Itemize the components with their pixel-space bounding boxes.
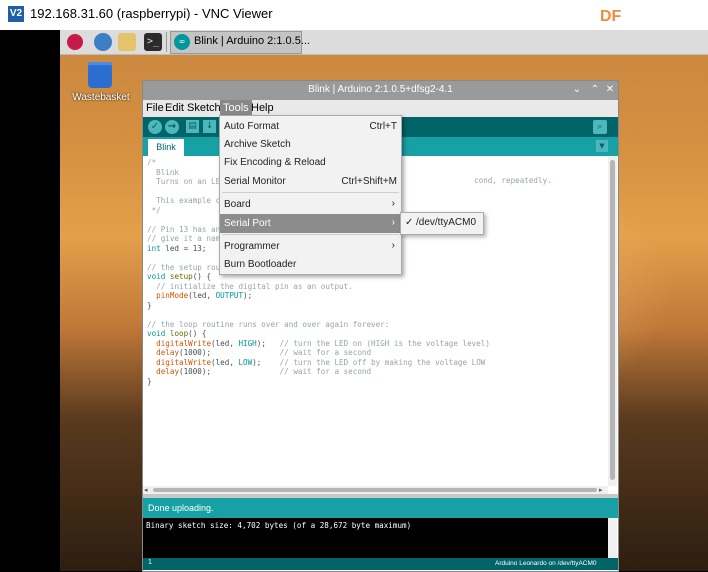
close-icon[interactable]: ✕: [604, 84, 616, 95]
checkmark-icon: ✓: [405, 217, 414, 228]
menu-item-burn-bootloader[interactable]: Burn Bootloader: [220, 255, 401, 274]
tab-blink[interactable]: Blink: [148, 139, 184, 156]
taskbar-item-arduino[interactable]: ∞ Blink | Arduino 2:1.0.5...: [170, 31, 310, 54]
shortcut-label: Ctrl+Shift+M: [341, 176, 397, 187]
console-text: Binary sketch size: 4,702 bytes (of a 28…: [146, 521, 412, 530]
menu-item-label: Serial Port: [224, 218, 271, 229]
maximize-icon[interactable]: ⌃: [589, 84, 601, 95]
vertical-scrollbar[interactable]: [608, 156, 617, 486]
scrollbar-thumb[interactable]: [153, 488, 597, 492]
menu-item-label: Fix Encoding & Reload: [224, 157, 326, 168]
scrollbar-thumb[interactable]: [610, 160, 615, 480]
port-option-ttyacm0[interactable]: /dev/ttyACM0: [416, 217, 476, 228]
horizontal-scrollbar[interactable]: ◂ ▸: [143, 486, 608, 494]
wastebasket-icon[interactable]: [88, 62, 112, 88]
menu-file[interactable]: File: [146, 102, 164, 114]
vnc-logo-icon: V2: [8, 6, 24, 22]
menu-item-label: Auto Format: [224, 121, 280, 132]
menu-item-board[interactable]: Board ›: [220, 195, 401, 214]
tools-dropdown: Auto Format Ctrl+T Archive Sketch Fix En…: [219, 115, 402, 275]
status-text: Done uploading.: [148, 503, 214, 513]
menu-item-label: Archive Sketch: [224, 139, 291, 150]
submenu-arrow-icon: ›: [391, 240, 395, 251]
console-scrollbar[interactable]: [608, 518, 617, 558]
menu-separator: [222, 234, 399, 235]
web-browser-icon[interactable]: [94, 33, 112, 51]
menu-item-archive-sketch[interactable]: Archive Sketch: [220, 135, 401, 154]
menu-edit[interactable]: Edit: [165, 102, 184, 114]
status-bar: Done uploading.: [143, 498, 618, 518]
upload-icon[interactable]: →: [165, 120, 179, 134]
tab-menu-icon[interactable]: ▼: [596, 140, 608, 152]
menu-item-label: Serial Monitor: [224, 176, 286, 187]
menu-help[interactable]: Help: [251, 102, 274, 114]
arduino-icon: ∞: [174, 34, 190, 50]
vnc-titlebar: V2 192.168.31.60 (raspberrypi) - VNC Vie…: [0, 0, 708, 30]
file-manager-icon[interactable]: [118, 33, 136, 51]
menu-item-serial-port[interactable]: Serial Port ›: [220, 214, 401, 233]
menu-item-label: Burn Bootloader: [224, 259, 297, 270]
console-output[interactable]: Binary sketch size: 4,702 bytes (of a 28…: [143, 518, 608, 558]
submenu-arrow-icon: ›: [391, 198, 395, 209]
serial-port-submenu: ✓ /dev/ttyACM0: [400, 212, 484, 235]
menu-item-auto-format[interactable]: Auto Format Ctrl+T: [220, 117, 401, 136]
submenu-arrow-icon: ›: [391, 217, 395, 228]
wastebasket-label[interactable]: Wastebasket: [70, 92, 132, 103]
menu-item-serial-monitor[interactable]: Serial Monitor Ctrl+Shift+M: [220, 172, 401, 191]
menu-item-label: Programmer: [224, 241, 280, 252]
scroll-right-icon[interactable]: ▸: [599, 486, 603, 494]
scroll-left-icon[interactable]: ◂: [144, 486, 148, 494]
minimize-icon[interactable]: ⌄: [571, 84, 583, 95]
taskbar-separator: [166, 32, 167, 52]
viewer-left-margin: [0, 30, 60, 571]
menu-item-label: Board: [224, 199, 251, 210]
line-number: 1: [148, 559, 152, 566]
menu-item-fix-encoding[interactable]: Fix Encoding & Reload: [220, 153, 401, 172]
menu-item-programmer[interactable]: Programmer ›: [220, 237, 401, 256]
verify-icon[interactable]: ✓: [148, 120, 162, 134]
taskbar: >_ ∞ Blink | Arduino 2:1.0.5...: [60, 30, 708, 55]
serial-monitor-icon[interactable]: ⌕: [593, 120, 607, 134]
watermark: DF: [600, 8, 622, 25]
code-fragment: cond, repeatedly.: [474, 176, 552, 185]
raspberry-pi-menu-icon[interactable]: [67, 34, 83, 50]
terminal-icon[interactable]: >_: [144, 33, 162, 51]
footer-bar: 1 Arduino Leonardo on /dev/ttyACM0: [143, 558, 618, 570]
menu-tools[interactable]: Tools: [220, 100, 252, 115]
menu-sketch[interactable]: Sketch: [187, 102, 221, 114]
window-title: Blink | Arduino 2:1.0.5+dfsg2-4.1: [308, 84, 453, 95]
shortcut-label: Ctrl+T: [369, 121, 398, 132]
new-sketch-icon[interactable]: ▤: [186, 120, 199, 133]
save-icon[interactable]: ↓: [203, 120, 216, 133]
window-titlebar[interactable]: Blink | Arduino 2:1.0.5+dfsg2-4.1 ⌄ ⌃ ✕: [143, 81, 618, 100]
vnc-window-title: 192.168.31.60 (raspberrypi) - VNC Viewer: [30, 6, 273, 21]
board-port-label: Arduino Leonardo on /dev/ttyACM0: [495, 560, 597, 567]
taskbar-item-label: Blink | Arduino 2:1.0.5...: [194, 35, 310, 47]
menu-separator: [222, 192, 399, 193]
